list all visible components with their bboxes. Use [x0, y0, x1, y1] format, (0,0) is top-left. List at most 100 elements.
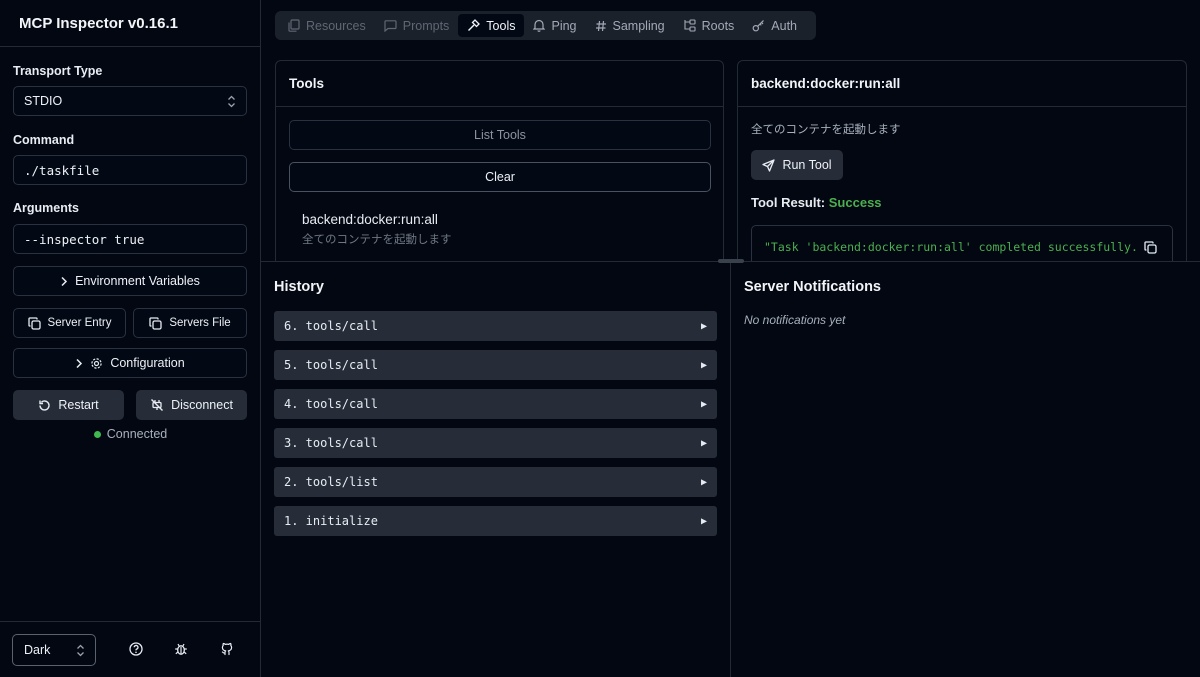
message-icon: [384, 19, 397, 32]
list-tools-label: List Tools: [474, 128, 526, 142]
tool-detail-panel: backend:docker:run:all 全てのコンテナを起動します Run…: [737, 60, 1187, 275]
connection-status-text: Connected: [106, 427, 168, 441]
history-item-label: 3. tools/call: [284, 436, 378, 450]
tab-roots[interactable]: Roots: [674, 14, 744, 37]
connection-status: Connected: [0, 427, 261, 441]
hammer-icon: [467, 19, 481, 32]
status-dot-icon: [93, 430, 101, 438]
tab-auth-label: Auth: [771, 18, 798, 33]
tool-detail-description: 全てのコンテナを起動します: [751, 124, 901, 136]
folder-tree-icon: [683, 19, 696, 32]
tab-sampling[interactable]: Sampling: [586, 14, 674, 37]
tab-prompts[interactable]: Prompts: [375, 14, 459, 37]
clear-label: Clear: [485, 170, 515, 184]
key-icon: [752, 19, 765, 32]
servers-file-label: Servers File: [169, 317, 231, 329]
copy-icon[interactable]: [1143, 240, 1158, 255]
history-item[interactable]: 3. tools/call ▶: [274, 428, 717, 458]
sidebar-header: MCP Inspector v0.16.1: [0, 0, 260, 47]
tools-panel-title: Tools: [276, 61, 723, 107]
servers-file-button[interactable]: Servers File: [133, 308, 247, 338]
hash-icon: [595, 20, 607, 32]
arguments-label: Arguments: [13, 201, 79, 215]
tab-prompts-label: Prompts: [402, 18, 450, 33]
tab-roots-label: Roots: [701, 18, 735, 33]
environment-variables-button[interactable]: Environment Variables: [13, 266, 247, 296]
play-icon: ▶: [700, 359, 707, 371]
clear-button[interactable]: Clear: [289, 162, 711, 192]
command-value: ./taskfile: [24, 162, 100, 178]
tool-list-item[interactable]: backend:docker:run:all 全てのコンテナを起動します: [302, 212, 452, 247]
send-icon: [762, 158, 776, 172]
history-item[interactable]: 6. tools/call ▶: [274, 311, 717, 341]
configuration-button[interactable]: Configuration: [13, 348, 247, 378]
bottom-panel: History 6. tools/call ▶ 5. tools/call ▶ 4.…: [261, 261, 1200, 677]
history-item[interactable]: 5. tools/call ▶: [274, 350, 717, 380]
server-notifications-section: Server Notifications No notifications ye…: [731, 262, 1200, 677]
tab-sampling-label: Sampling: [612, 18, 665, 33]
run-tool-label: Run Tool: [782, 158, 832, 172]
unplug-icon: [150, 398, 164, 412]
history-section: History 6. tools/call ▶ 5. tools/call ▶ 4.…: [261, 262, 731, 677]
history-item[interactable]: 2. tools/list ▶: [274, 467, 717, 497]
history-item-label: 1. initialize: [284, 514, 378, 528]
theme-select[interactable]: Dark: [12, 634, 96, 666]
arguments-input[interactable]: --inspector true: [13, 224, 247, 254]
tab-ping-label: Ping: [551, 18, 577, 33]
tab-auth[interactable]: Auth: [743, 14, 806, 37]
theme-value: Dark: [24, 643, 51, 657]
restart-label: Restart: [58, 398, 99, 412]
history-item[interactable]: 4. tools/call ▶: [274, 389, 717, 419]
play-icon: ▶: [700, 515, 707, 527]
history-title: History: [274, 279, 324, 295]
file-icon: [288, 19, 300, 32]
chevron-right-icon: [75, 358, 83, 369]
disconnect-button[interactable]: Disconnect: [136, 390, 247, 420]
chevrons-up-down-icon: [227, 95, 236, 108]
chevrons-up-down-icon: [76, 644, 85, 657]
server-notifications-title: Server Notifications: [744, 279, 881, 295]
sidebar-footer: Dark: [0, 621, 260, 677]
gear-icon: [90, 357, 103, 370]
tool-result-heading: Tool Result: Success: [751, 195, 882, 210]
notifications-empty-text: No notifications yet: [744, 313, 846, 327]
restart-button[interactable]: Restart: [13, 390, 124, 420]
resize-handle[interactable]: [718, 259, 744, 263]
play-icon: ▶: [700, 437, 707, 449]
environment-variables-label: Environment Variables: [75, 274, 200, 288]
tab-tools[interactable]: Tools: [458, 14, 525, 37]
sidebar: MCP Inspector v0.16.1 Transport Type STD…: [0, 0, 261, 677]
list-tools-button[interactable]: List Tools: [289, 120, 711, 150]
tab-ping[interactable]: Ping: [524, 14, 585, 37]
play-icon: ▶: [700, 476, 707, 488]
tool-result-status: Success: [828, 195, 882, 210]
tool-detail-title: backend:docker:run:all: [738, 61, 1186, 107]
play-icon: ▶: [700, 320, 707, 332]
tab-tools-label: Tools: [486, 18, 516, 33]
help-circle-icon[interactable]: [129, 642, 143, 656]
disconnect-label: Disconnect: [171, 398, 233, 412]
rotate-ccw-icon: [38, 399, 51, 412]
transport-type-select[interactable]: STDIO: [13, 86, 247, 116]
bug-icon[interactable]: [174, 642, 188, 656]
github-icon[interactable]: [220, 642, 234, 656]
transport-type-value: STDIO: [24, 94, 63, 108]
tool-description: 全てのコンテナを起動します: [302, 234, 452, 246]
history-item-label: 2. tools/list: [284, 475, 378, 489]
command-label: Command: [13, 133, 75, 147]
history-item-label: 4. tools/call: [284, 397, 378, 411]
tab-resources[interactable]: Resources: [279, 14, 375, 37]
server-entry-label: Server Entry: [47, 317, 112, 329]
app-title: MCP Inspector v0.16.1: [19, 14, 178, 32]
tab-bar: Resources Prompts Tools Ping Sampling Ro…: [275, 11, 816, 40]
server-entry-button[interactable]: Server Entry: [13, 308, 126, 338]
play-icon: ▶: [700, 398, 707, 410]
run-tool-button[interactable]: Run Tool: [751, 150, 843, 180]
tool-name: backend:docker:run:all: [302, 212, 438, 227]
tab-resources-label: Resources: [306, 18, 366, 33]
chevron-right-icon: [60, 276, 68, 287]
history-item[interactable]: 1. initialize ▶: [274, 506, 717, 536]
command-input[interactable]: ./taskfile: [13, 155, 247, 185]
history-item-label: 6. tools/call: [284, 319, 378, 333]
configuration-label: Configuration: [110, 356, 185, 370]
